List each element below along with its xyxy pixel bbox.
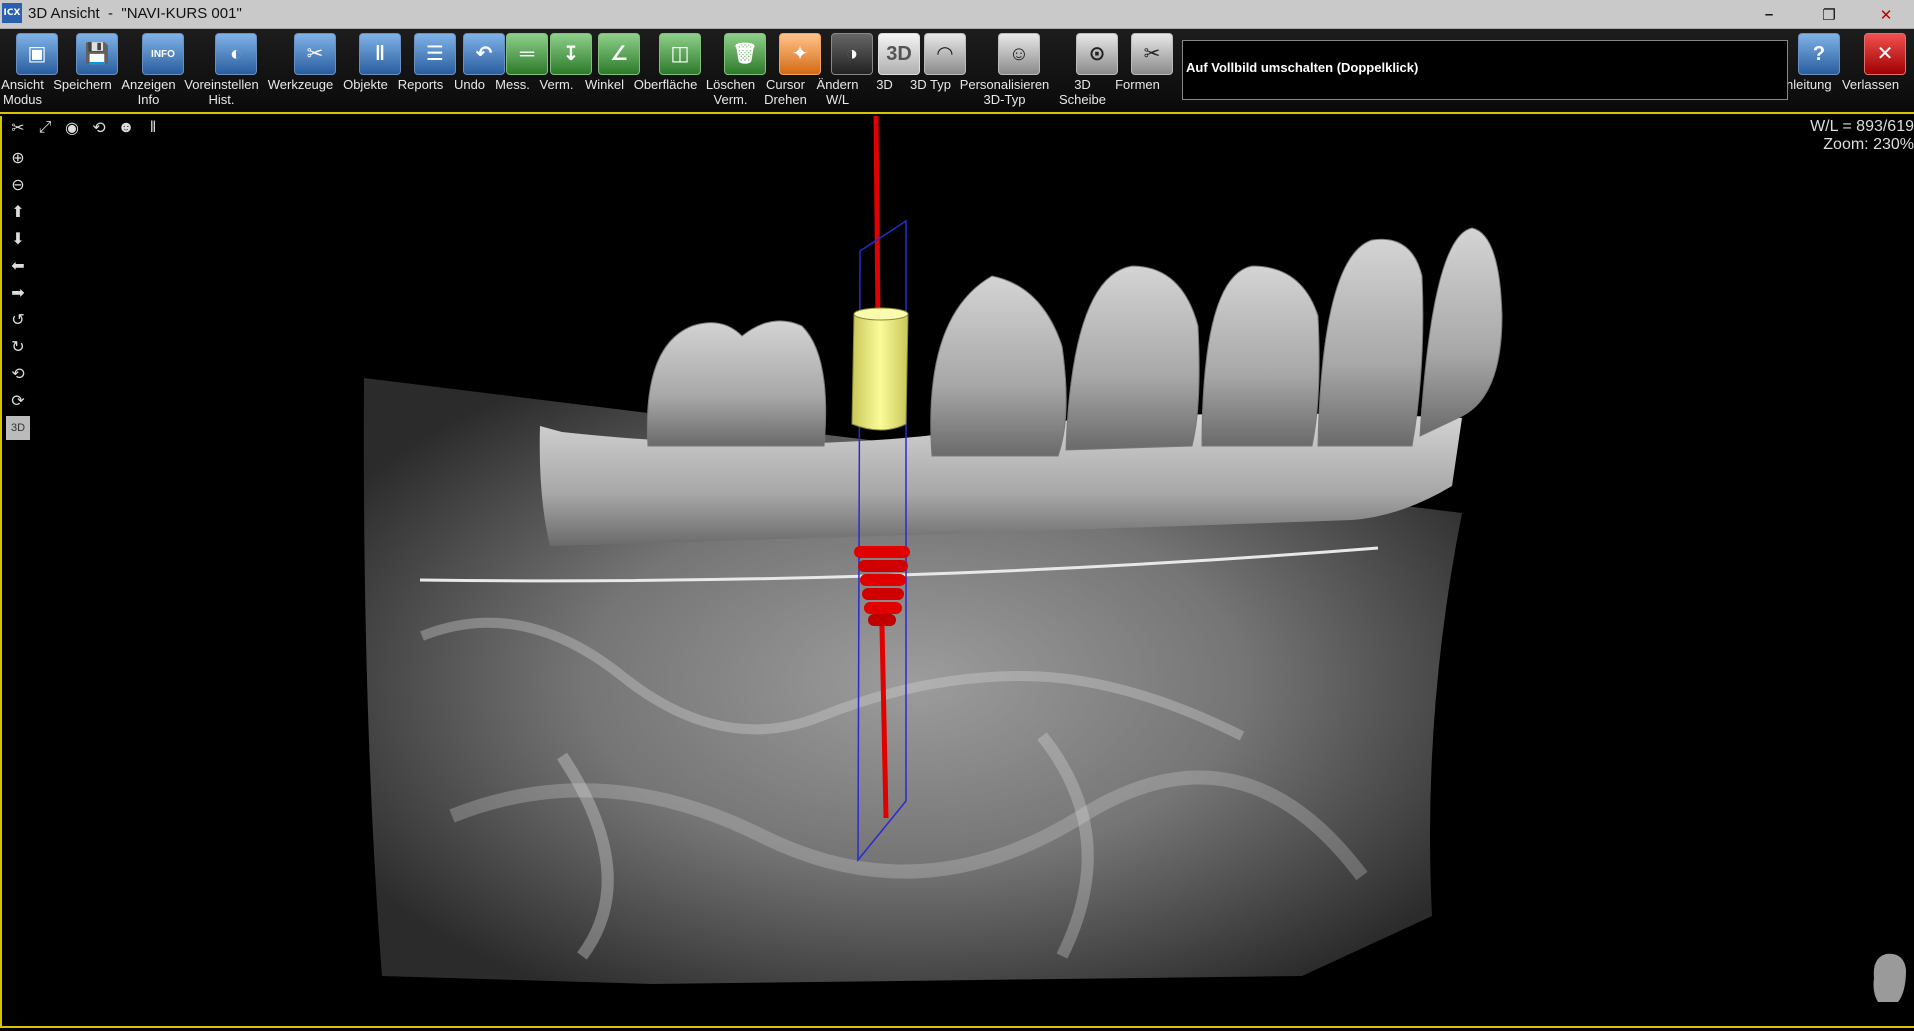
camera-icon[interactable]: ◉ — [60, 116, 84, 140]
toolbar-button-window-level[interactable]: ◑ Ändern W/L — [817, 33, 878, 107]
toolbar-button-3d-slice[interactable]: ⊙ 3D Scheibe — [1059, 33, 1123, 107]
info-icon: INFO — [142, 33, 184, 75]
status-info-box: Auf Vollbild umschalten (Doppelklick) — [1182, 40, 1788, 100]
head-icon[interactable]: ☻ — [114, 116, 138, 140]
pan-down-icon[interactable]: ⬇ — [6, 227, 30, 251]
reports-icon: ☰ — [414, 33, 456, 75]
implant-axis-upper — [873, 116, 881, 322]
reset-icon[interactable]: ⟲ — [87, 116, 111, 140]
zoom-out-icon[interactable]: ⊖ — [6, 173, 30, 197]
abutment-top — [853, 307, 909, 321]
app-logo-icon: ICX — [2, 3, 22, 23]
help-icon: ? — [1798, 33, 1840, 75]
implant-object-icon: ‖ — [359, 33, 401, 75]
3d-icon: 3D — [878, 33, 920, 75]
personalize-3d-icon: ☺ — [998, 33, 1040, 75]
premolar-tooth — [1065, 265, 1200, 451]
pan-right-icon[interactable]: ➡ — [6, 281, 30, 305]
save-icon: 💾 — [76, 33, 118, 75]
select-tool-icon[interactable]: ✂ — [6, 116, 30, 140]
scissors-icon: ✂ — [1131, 33, 1173, 75]
tools-icon: ✂ — [294, 33, 336, 75]
pan-left-icon[interactable]: ⬅ — [6, 254, 30, 278]
window-level-icon: ◑ — [831, 33, 873, 75]
main-toolbar: ▣ Ansicht Modus 💾 Speichern INFO Anzeigen Inf… — [0, 29, 1914, 114]
undo-icon: ↶ — [463, 33, 505, 75]
3d-type-icon: ◠ — [924, 33, 966, 75]
3d-mode-icon[interactable]: 3D — [6, 416, 30, 440]
title-bar: ICX 3D Ansicht - "NAVI-KURS 001" – ❐ ✕ — [0, 0, 1914, 29]
angle-icon: ∠ — [598, 33, 640, 75]
abutment — [851, 313, 909, 431]
exit-icon: ✕ — [1864, 33, 1906, 75]
dimension-icon: ↧ — [550, 33, 592, 75]
surface-icon: ◫ — [659, 33, 701, 75]
rotate-left-icon[interactable]: ↺ — [6, 308, 30, 332]
molar-tooth — [646, 320, 827, 447]
window-title: 3D Ansicht - "NAVI-KURS 001" — [28, 5, 242, 22]
toolbar-button-scissors[interactable]: ✂ Formen — [1115, 33, 1178, 92]
window-level-readout: W/L = 893/619 — [1810, 118, 1914, 135]
viewport-top-tools: ✂ ⤢ ◉ ⟲ ☻ ‖ — [6, 116, 168, 143]
zoom-in-icon[interactable]: ⊕ — [6, 146, 30, 170]
zoom-readout: Zoom: 230% — [1823, 136, 1914, 153]
fullscreen-icon[interactable]: ⤢ — [33, 116, 57, 140]
measure-icon: ═ — [506, 33, 548, 75]
pan-up-icon[interactable]: ⬆ — [6, 200, 30, 224]
toolbar-button-label: Verlassen — [1841, 77, 1900, 92]
incisor-tooth — [1317, 238, 1424, 447]
3d-slice-icon: ⊙ — [1076, 33, 1118, 75]
rotate-y-icon[interactable]: ⟳ — [6, 389, 30, 413]
orientation-head-icon — [1873, 953, 1906, 1002]
premolar-tooth — [930, 275, 1067, 457]
toolbar-button-view-mode[interactable]: ▣ Ansicht Modus — [1, 33, 63, 107]
toolbar-button-histogram-preset[interactable]: ◐ Voreinstellen Hist. — [184, 33, 262, 107]
3d-viewport[interactable]: ✂ ⤢ ◉ ⟲ ☻ ‖ ⊕ ⊖ ⬆ ⬇ ⬅ ➡ ↺ ↻ ⟲ ⟳ 3D W/L = 893/619 Zoom: … — [0, 116, 1914, 1028]
histogram-preset-icon: ◐ — [215, 33, 257, 75]
incisor-tooth — [1419, 227, 1503, 437]
rotate-cursor-icon: ✦ — [779, 33, 821, 75]
rotate-right-icon[interactable]: ↻ — [6, 335, 30, 359]
view-mode-icon: ▣ — [16, 33, 58, 75]
canine-tooth — [1201, 265, 1320, 447]
minimize-button[interactable]: – — [1741, 0, 1797, 29]
viewport-readout: W/L = 893/619 Zoom: 230% — [1810, 118, 1914, 154]
close-button[interactable]: ✕ — [1858, 0, 1914, 29]
3d-render[interactable] — [2, 116, 1914, 1026]
implant-icon[interactable]: ‖ — [141, 116, 165, 140]
rotate-x-icon[interactable]: ⟲ — [6, 362, 30, 386]
toolbar-button-label: Formen — [1115, 77, 1160, 92]
toolbar-button-exit[interactable]: ✕ Verlassen — [1842, 33, 1911, 92]
delete-icon: 🗑 — [724, 33, 766, 75]
viewport-side-tools: ⊕ ⊖ ⬆ ⬇ ⬅ ➡ ↺ ↻ ⟲ ⟳ 3D — [6, 146, 30, 443]
restore-button[interactable]: ❐ — [1801, 0, 1857, 29]
